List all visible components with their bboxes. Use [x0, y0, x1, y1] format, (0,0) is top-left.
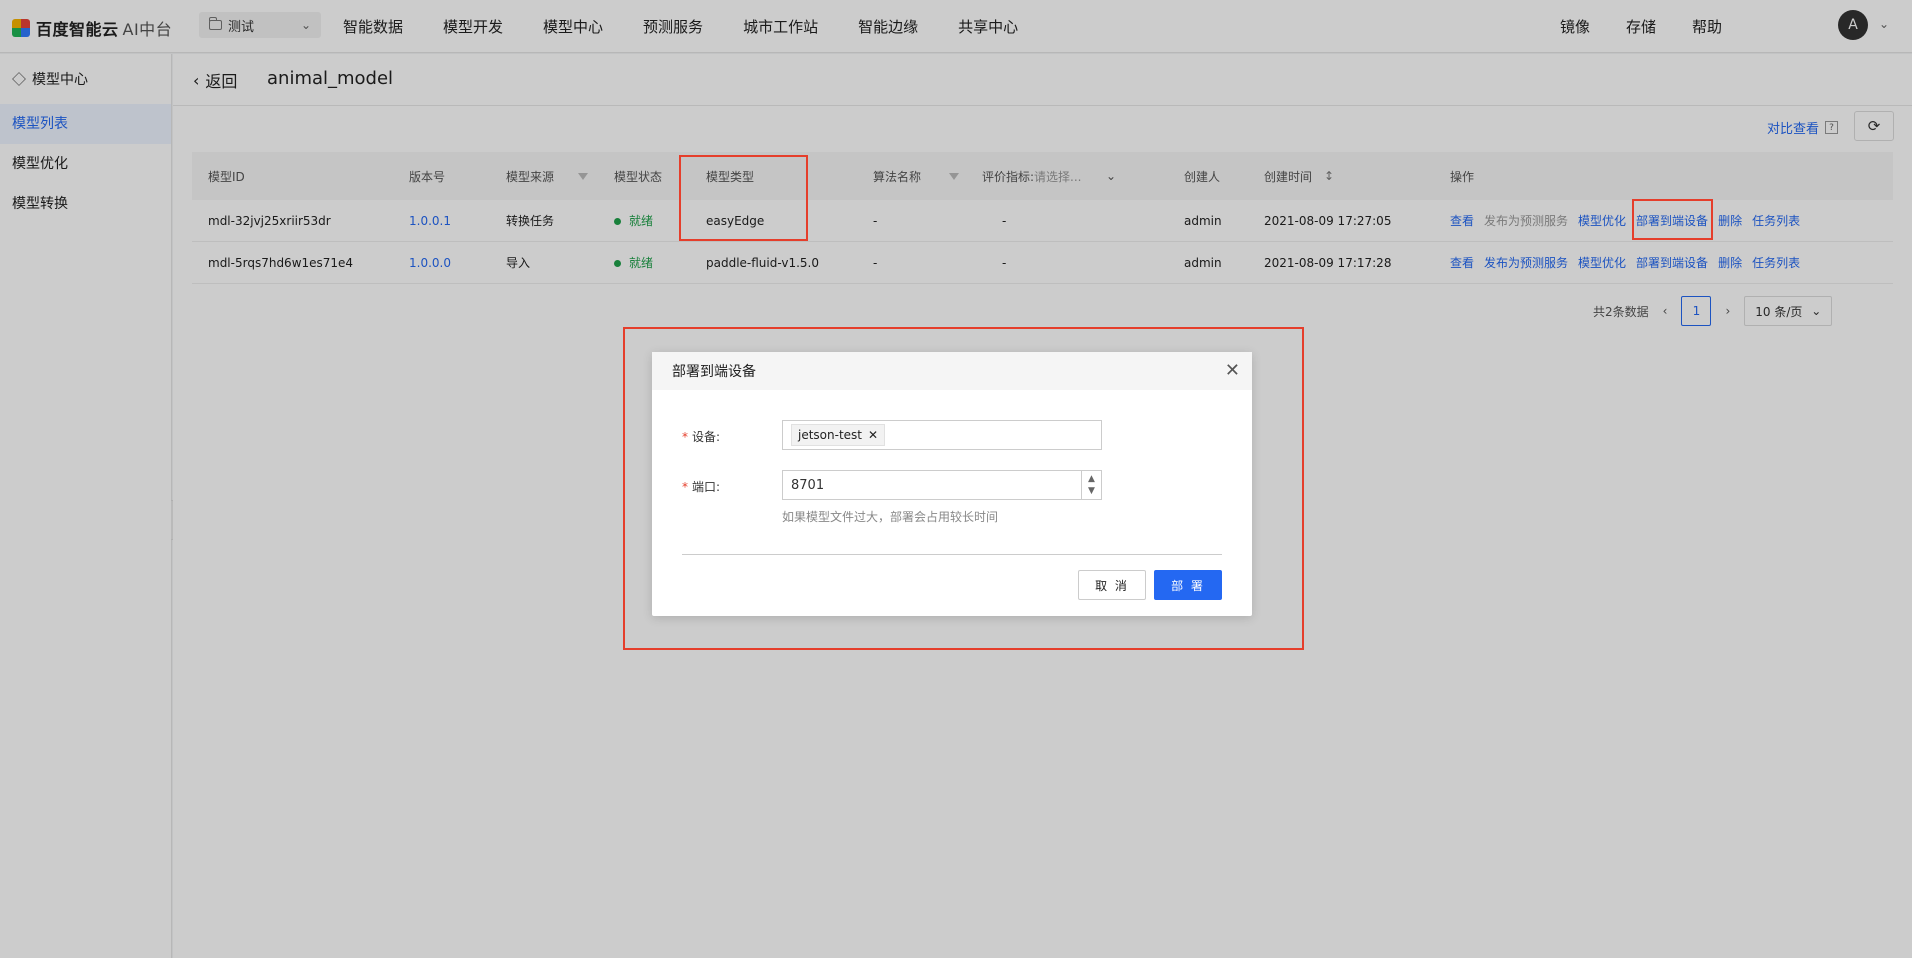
device-tag: jetson-test ✕ — [791, 424, 886, 446]
dialog-title: 部署到端设备 — [672, 364, 756, 380]
port-value: 8701 — [791, 477, 825, 493]
highlight-box-deploy-link — [1632, 199, 1713, 240]
port-label: * 端口: — [682, 478, 720, 495]
required-mark: * — [682, 429, 688, 444]
deploy-dialog: 部署到端设备 ✕ * 设备: jetson-test ✕ * 端口: 8701 ▲ ▼… — [652, 352, 1252, 616]
chevron-down-icon[interactable]: ▼ — [1088, 485, 1095, 497]
deploy-button[interactable]: 部 署 — [1154, 570, 1222, 600]
stepper-controls[interactable]: ▲ ▼ — [1081, 471, 1101, 499]
device-field[interactable]: jetson-test ✕ — [782, 420, 1102, 450]
highlight-box-model-type — [679, 155, 808, 241]
port-stepper[interactable]: 8701 ▲ ▼ — [782, 470, 1102, 500]
dialog-header: 部署到端设备 ✕ — [652, 352, 1252, 390]
device-label: * 设备: — [682, 428, 720, 445]
close-icon[interactable]: ✕ — [1225, 360, 1240, 381]
chevron-up-icon[interactable]: ▲ — [1088, 473, 1095, 485]
port-label-colon: : — [716, 479, 721, 494]
dialog-divider — [682, 554, 1222, 555]
device-label-colon: : — [716, 429, 721, 444]
tag-remove-icon[interactable]: ✕ — [868, 428, 878, 442]
port-hint: 如果模型文件过大，部署会占用较长时间 — [782, 510, 999, 524]
port-label-text: 端口 — [692, 480, 717, 494]
required-mark: * — [682, 479, 688, 494]
device-tag-label: jetson-test — [798, 428, 862, 442]
cancel-button[interactable]: 取 消 — [1078, 570, 1146, 600]
device-label-text: 设备 — [692, 430, 717, 444]
